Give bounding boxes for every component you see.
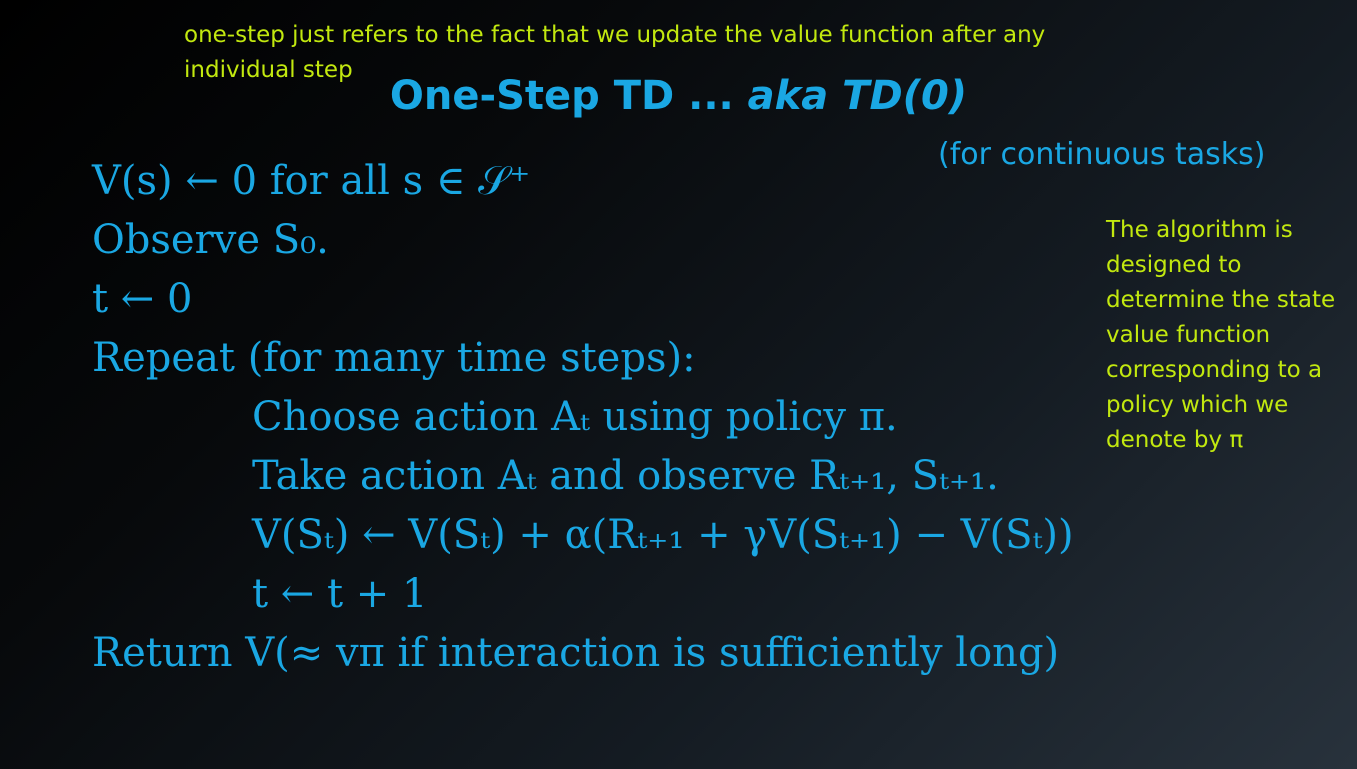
algorithm-line-update: V(Sₜ) ← V(Sₜ) + α(Rₜ₊₁ + γV(Sₜ₊₁) − V(Sₜ… xyxy=(92,506,1074,565)
slide-title-main: One-Step TD ... xyxy=(389,73,748,119)
algorithm-line-init: V(s) ← 0 for all s ∈ 𝒮⁺ xyxy=(92,152,1074,211)
algorithm-line-init-text: V(s) ← 0 for all s ∈ 𝒮⁺ xyxy=(92,158,531,204)
slide-title: One-Step TD ... aka TD(0) xyxy=(0,68,1357,124)
algorithm-line-repeat-text: Repeat (for many time steps): xyxy=(92,335,696,381)
algorithm-line-choose-action: Choose action Aₜ using policy π. xyxy=(92,388,1074,447)
annotation-side-note: The algorithm is designed to determine t… xyxy=(1106,217,1336,453)
algorithm-line-take-action-text: Take action Aₜ and observe Rₜ₊₁, Sₜ₊₁. xyxy=(252,453,999,499)
algorithm-line-return-text: Return V(≈ vπ if interaction is sufficie… xyxy=(92,630,1060,676)
algorithm-line-take-action: Take action Aₜ and observe Rₜ₊₁, Sₜ₊₁. xyxy=(92,447,1074,506)
algorithm-line-observe-text: Observe S₀. xyxy=(92,217,329,263)
algorithm-block: V(s) ← 0 for all s ∈ 𝒮⁺ Observe S₀. t ← … xyxy=(92,152,1074,683)
slide-title-aka: aka TD(0) xyxy=(747,73,968,119)
algorithm-line-time-init: t ← 0 xyxy=(92,270,1074,329)
algorithm-line-increment-text: t ← t + 1 xyxy=(252,571,428,617)
algorithm-line-repeat: Repeat (for many time steps): xyxy=(92,329,1074,388)
algorithm-line-increment: t ← t + 1 xyxy=(92,565,1074,624)
algorithm-line-choose-action-text: Choose action Aₜ using policy π. xyxy=(252,394,898,440)
algorithm-line-observe: Observe S₀. xyxy=(92,211,1074,270)
algorithm-line-update-text: V(Sₜ) ← V(Sₜ) + α(Rₜ₊₁ + γV(Sₜ₊₁) − V(Sₜ… xyxy=(252,512,1074,558)
algorithm-line-time-init-text: t ← 0 xyxy=(92,276,193,322)
algorithm-line-return: Return V(≈ vπ if interaction is sufficie… xyxy=(92,624,1074,683)
